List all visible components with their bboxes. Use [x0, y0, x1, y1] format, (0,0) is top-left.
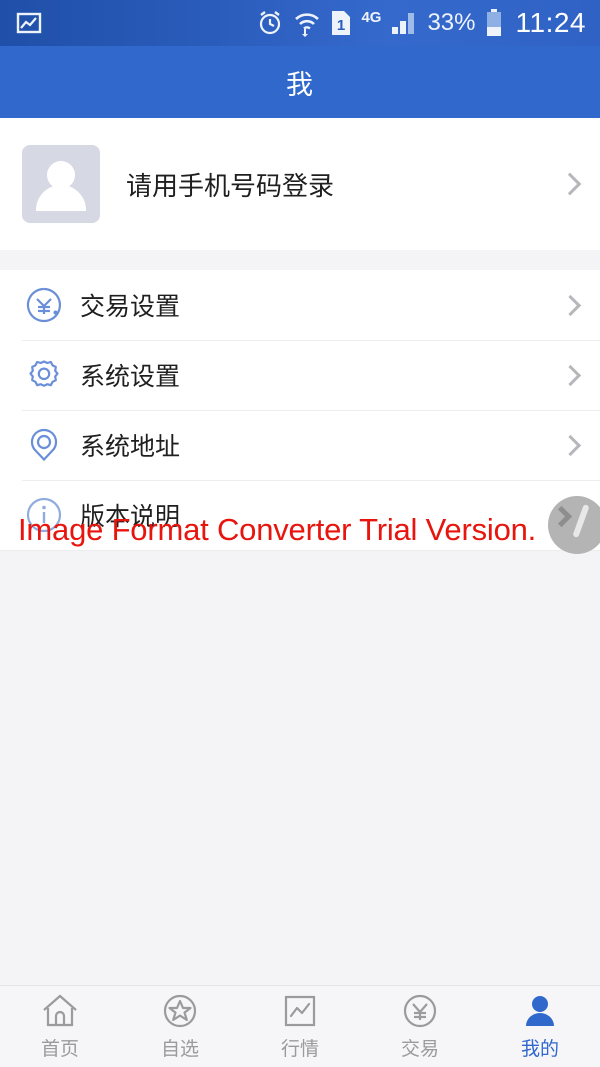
network-type-label: 4G	[361, 8, 382, 26]
battery-icon	[485, 8, 503, 38]
tab-home[interactable]: 首页	[0, 993, 120, 1061]
status-bar-left	[16, 10, 42, 36]
edit-pencil-badge-icon	[548, 496, 600, 554]
section-gap	[0, 250, 600, 270]
home-icon	[41, 993, 79, 1029]
chart-icon	[282, 993, 318, 1029]
avatar-body	[36, 185, 86, 211]
yen-icon	[402, 993, 438, 1029]
wifi-data-transfer-icon	[293, 9, 321, 37]
app-root: 1 4G 33% 11:24 我 请用手机号码登录 交易设置 系统设置 系统地址…	[0, 0, 600, 1067]
yen-circle-icon	[22, 286, 66, 324]
badge-arrow	[550, 505, 573, 528]
tab-mine[interactable]: 我的	[480, 993, 600, 1061]
badge-pencil	[572, 503, 590, 539]
chevron-right-icon	[559, 294, 582, 316]
menu-item-label: 交易设置	[80, 293, 181, 321]
page-title: 我	[286, 69, 314, 100]
menu-item-system-address[interactable]: 系统地址	[0, 410, 600, 480]
sim-label: 1	[337, 17, 345, 34]
menu-item-trade-settings[interactable]: 交易设置	[0, 270, 600, 340]
gear-icon	[22, 356, 66, 394]
tab-market[interactable]: 行情	[240, 993, 360, 1061]
menu-item-label: 系统设置	[80, 363, 181, 391]
tab-watchlist[interactable]: 自选	[120, 993, 240, 1061]
app-header: 我	[0, 46, 600, 118]
tab-label: 自选	[160, 1038, 199, 1060]
tab-label: 交易	[400, 1038, 439, 1060]
tab-label: 行情	[280, 1038, 319, 1060]
settings-menu: 交易设置 系统设置 系统地址 版本说明	[0, 270, 600, 551]
menu-bottom-divider	[0, 550, 600, 551]
login-row[interactable]: 请用手机号码登录	[0, 118, 600, 250]
battery-percent-label: 33%	[427, 9, 476, 36]
bottom-tab-bar: 首页 自选 行情 交易 我的	[0, 985, 600, 1067]
star-icon	[162, 993, 198, 1029]
tab-trade[interactable]: 交易	[360, 993, 480, 1061]
login-label: 请用手机号码登录	[126, 170, 335, 201]
trial-watermark: Image Format Converter Trial Version.	[18, 512, 537, 547]
clock-label: 11:24	[515, 7, 586, 38]
alarm-clock-icon	[256, 9, 284, 37]
signal-bars-icon	[390, 10, 418, 36]
avatar-placeholder-icon	[22, 145, 100, 223]
tab-label: 我的	[520, 1038, 559, 1060]
location-pin-icon	[22, 426, 66, 464]
chevron-right-icon	[558, 172, 582, 196]
status-bar: 1 4G 33% 11:24	[0, 0, 600, 46]
menu-item-system-settings[interactable]: 系统设置	[0, 340, 600, 410]
menu-item-label: 系统地址	[80, 433, 181, 461]
chevron-right-icon	[559, 434, 582, 456]
status-bar-right: 1 4G 33% 11:24	[256, 7, 586, 39]
person-icon	[522, 993, 558, 1029]
image-icon	[16, 10, 42, 36]
chevron-right-icon	[559, 364, 582, 386]
sim-card-icon: 1	[330, 9, 352, 37]
tab-label: 首页	[40, 1038, 79, 1060]
